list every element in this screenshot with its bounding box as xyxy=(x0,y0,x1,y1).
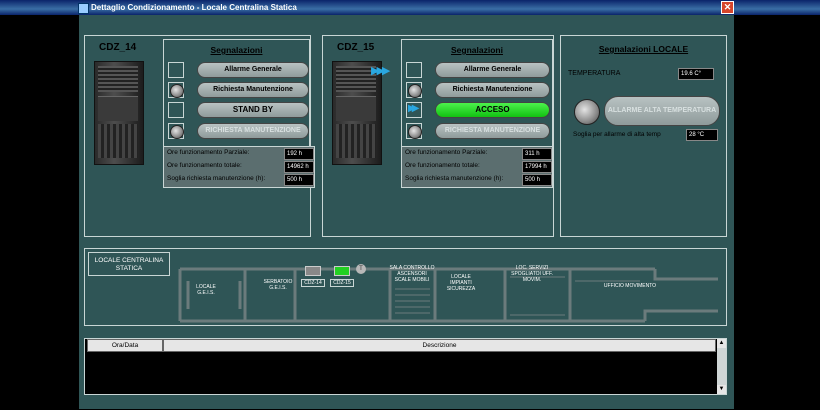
close-button[interactable]: ✕ xyxy=(721,1,734,14)
column-header-description[interactable]: Descrizione xyxy=(163,339,716,352)
partial-hours-label: Ore funzionamento Parziale: xyxy=(167,149,250,156)
high-temperature-alarm-button[interactable]: ALLARME ALTA TEMPERATURA xyxy=(604,96,720,126)
temperature-label: TEMPERATURA xyxy=(568,70,621,77)
maintenance-threshold-value: 500 h xyxy=(284,174,314,186)
event-log: Ora/Data Descrizione ▲ ▼ xyxy=(84,338,727,395)
threshold-value: 28 °C xyxy=(686,129,718,141)
unit-title: CDZ_14 xyxy=(99,42,137,53)
general-alarm-button[interactable]: Allarme Generale xyxy=(197,62,309,78)
signals-title: Segnalazioni xyxy=(210,45,263,55)
room-label: LOCALE G.E.I.S. xyxy=(196,284,216,296)
cdz15-map-label: CDZ-15 xyxy=(330,279,354,287)
local-signals-title: Segnalazioni LOCALE xyxy=(598,44,689,54)
log-scrollbar[interactable]: ▲ ▼ xyxy=(717,339,726,394)
signals-title: Segnalazioni xyxy=(451,45,503,55)
hours-box: Ore funzionamento Parziale: 311 h Ore fu… xyxy=(401,146,553,188)
total-hours-label: Ore funzionamento totale: xyxy=(405,162,480,169)
maintenance-threshold-value: 500 h xyxy=(522,174,552,186)
room-label: SALA CONTROLLO ASCENSORI SCALE MOBILI xyxy=(389,265,435,283)
standby-status[interactable]: STAND BY xyxy=(197,102,309,118)
threshold-label: Soglia per allarme di alta temp xyxy=(573,131,661,138)
partial-hours-value: 192 h xyxy=(284,148,314,160)
air-conditioner-image xyxy=(94,61,144,165)
window-title: Dettaglio Condizionamento - Locale Centr… xyxy=(91,3,297,12)
maintenance-status-button[interactable]: RICHIESTA MANUTENZIONE xyxy=(197,123,309,139)
hours-box: Ore funzionamento Parziale: 192 h Ore fu… xyxy=(163,146,315,188)
running-arrow-icon: ▶▶ xyxy=(408,103,420,114)
unit-panel-cdz14: CDZ_14 Segnalazioni Allarme Generale Ric… xyxy=(84,35,315,237)
column-header-time[interactable]: Ora/Data xyxy=(87,339,163,352)
window-titlebar: Dettaglio Condizionamento - Locale Centr… xyxy=(0,0,820,15)
cdz15-map-icon[interactable] xyxy=(334,266,350,276)
signals-box: Segnalazioni Allarme Generale Richiesta … xyxy=(401,39,553,147)
room-label: LOC. SERVIZI SPOGLIATOI UFF. MOVIM. xyxy=(511,265,553,283)
maintenance-request-button[interactable]: Richiesta Manutenzione xyxy=(435,82,550,98)
total-hours-value: 14962 h xyxy=(284,161,314,173)
app-icon xyxy=(78,3,89,14)
maintenance-request-button[interactable]: Richiesta Manutenzione xyxy=(197,82,309,98)
signals-box: Segnalazioni Allarme Generale Richiesta … xyxy=(163,39,310,147)
temperature-sensor-icon: T xyxy=(356,264,366,274)
scroll-down-arrow-icon[interactable]: ▼ xyxy=(717,385,726,394)
room-label: SERBATOIO G.E.I.S. xyxy=(263,279,293,291)
main-panel: CDZ_14 Segnalazioni Allarme Generale Ric… xyxy=(79,15,734,409)
room-label: UFFICIO MOVIMENTO xyxy=(603,283,657,289)
on-status[interactable]: ACCESO xyxy=(435,102,550,118)
local-signals-panel: Segnalazioni LOCALE TEMPERATURA 19.6 C° … xyxy=(560,35,727,237)
temperature-alarm-lamp xyxy=(574,99,600,125)
maintenance-threshold-label: Soglia richiesta manutenzione (h): xyxy=(405,175,504,182)
maintenance-status-button[interactable]: RICHIESTA MANUTENZIONE xyxy=(435,123,550,139)
partial-hours-value: 311 h xyxy=(522,148,552,160)
airflow-icon: ▶▶▶ xyxy=(371,65,390,77)
floor-map: LOCALE CENTRALINA STATICA LOCALE G.E.I.S… xyxy=(84,248,727,326)
unit-title: CDZ_15 xyxy=(337,42,375,53)
unit-panel-cdz15: CDZ_15 ▶▶▶ Segnalazioni Allarme Generale… xyxy=(322,35,554,237)
scroll-up-arrow-icon[interactable]: ▲ xyxy=(717,339,726,348)
status-lamp xyxy=(170,84,184,98)
cdz14-map-label: CDZ-14 xyxy=(301,279,325,287)
maintenance-lamp xyxy=(170,125,184,139)
maintenance-threshold-label: Soglia richiesta manutenzione (h): xyxy=(167,175,266,182)
total-hours-value: 17994 h xyxy=(522,161,552,173)
total-hours-label: Ore funzionamento totale: xyxy=(167,162,242,169)
status-lamp xyxy=(408,84,422,98)
temperature-value: 19.6 C° xyxy=(678,68,714,80)
cdz14-map-icon[interactable] xyxy=(305,266,321,276)
partial-hours-label: Ore funzionamento Parziale: xyxy=(405,149,488,156)
maintenance-lamp xyxy=(408,125,422,139)
general-alarm-button[interactable]: Allarme Generale xyxy=(435,62,550,78)
room-label: LOCALE IMPIANTI SICUREZZA xyxy=(446,274,476,292)
